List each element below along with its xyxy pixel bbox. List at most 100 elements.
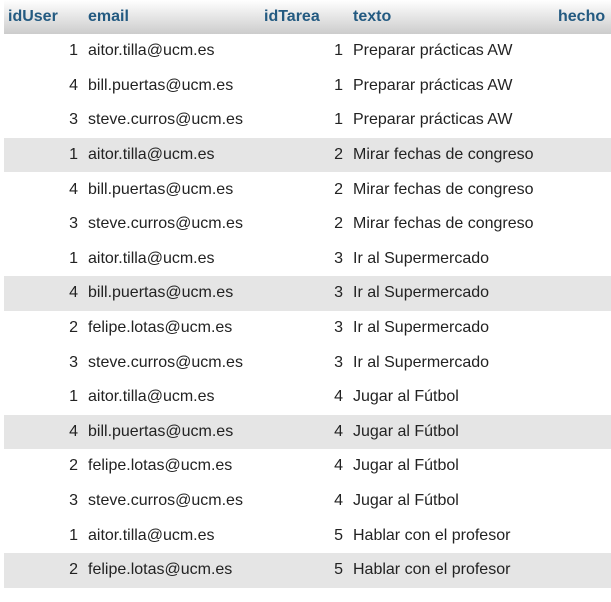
table-row[interactable]: 4bill.puertas@ucm.es3Ir al Supermercado1 <box>4 276 611 311</box>
cell-texto: Hablar con el profesor <box>345 552 543 588</box>
cell-iduser: 4 <box>4 68 80 104</box>
cell-idtarea: 1 <box>256 103 345 138</box>
cell-email: aitor.tilla@ucm.es <box>80 241 256 277</box>
cell-idtarea: 3 <box>256 345 345 380</box>
column-header-texto[interactable]: texto <box>345 0 543 34</box>
cell-idtarea: 2 <box>256 206 345 242</box>
table-row[interactable]: 4 bill.puertas@ucm.es 1 Preparar prácticas … <box>4 68 611 104</box>
cell-hecho: 1 <box>543 276 611 311</box>
cell-texto: Mirar fechas de congreso <box>345 137 543 173</box>
cell-iduser: 2 <box>4 552 80 588</box>
cell-texto: Preparar prácticas AW <box>345 68 543 104</box>
header-row: idUser email idTarea texto hecho <box>4 0 611 34</box>
cell-email: bill.puertas@ucm.es <box>80 276 256 311</box>
cell-iduser: 3 <box>4 103 80 138</box>
cell-texto: Ir al Supermercado <box>345 276 543 311</box>
cell-hecho: 0 <box>543 172 611 207</box>
cell-idtarea: 4 <box>256 449 345 484</box>
cell-email: steve.curros@ucm.es <box>80 483 256 519</box>
cell-email: bill.puertas@ucm.es <box>80 414 256 450</box>
table-row[interactable]: 4bill.puertas@ucm.es4Jugar al Fútbol0 <box>4 414 611 450</box>
cell-texto: Ir al Supermercado <box>345 241 543 277</box>
cell-iduser: 1 <box>4 34 80 69</box>
cell-email: bill.puertas@ucm.es <box>80 172 256 207</box>
cell-hecho: 0 <box>543 449 611 484</box>
cell-idtarea: 3 <box>256 241 345 277</box>
table-row[interactable]: 2felipe.lotas@ucm.es4Jugar al Fútbol0 <box>4 449 611 484</box>
cell-email: felipe.lotas@ucm.es <box>80 449 256 484</box>
table-row[interactable]: 1 aitor.tilla@ucm.es 5 Hablar con el profes… <box>4 518 611 553</box>
cell-texto: Jugar al Fútbol <box>345 449 543 484</box>
cell-email: aitor.tilla@ucm.es <box>80 518 256 553</box>
table-row[interactable]: 2 felipe.lotas@ucm.es 5 Hablar con el profe… <box>4 552 611 588</box>
cell-texto: Preparar prácticas AW <box>345 103 543 138</box>
cell-idtarea: 3 <box>256 276 345 311</box>
cell-iduser: 1 <box>4 241 80 277</box>
cell-texto: Hablar con el profesor <box>345 518 543 553</box>
results-grid: idUser email idTarea texto hecho 1 aitor.… <box>0 0 611 602</box>
cell-texto: Mirar fechas de congreso <box>345 206 543 242</box>
cell-email: felipe.lotas@ucm.es <box>80 310 256 346</box>
table-row[interactable]: 4 bill.puertas@ucm.es 2 Mirar fechas de con… <box>4 172 611 207</box>
cell-iduser: 2 <box>4 310 80 346</box>
cell-idtarea: 3 <box>256 310 345 346</box>
cell-idtarea: 4 <box>256 414 345 450</box>
cell-email: aitor.tilla@ucm.es <box>80 137 256 173</box>
cell-iduser: 4 <box>4 276 80 311</box>
column-header-hecho[interactable]: hecho <box>543 0 611 34</box>
cell-texto: Ir al Supermercado <box>345 345 543 380</box>
cell-hecho: 0 <box>543 552 611 588</box>
table-row[interactable]: 1aitor.tilla@ucm.es4Jugar al Fútbol0 <box>4 379 611 415</box>
cell-idtarea: 5 <box>256 552 345 588</box>
table-row[interactable]: 3 steve.curros@ucm.es 2 Mirar fechas de con… <box>4 206 611 242</box>
cell-iduser: 3 <box>4 206 80 242</box>
cell-hecho: 0 <box>543 414 611 450</box>
cell-idtarea: 5 <box>256 518 345 553</box>
results-table: idUser email idTarea texto hecho 1 aitor.… <box>4 0 611 588</box>
cell-hecho: 1 <box>543 345 611 380</box>
cell-texto: Jugar al Fútbol <box>345 483 543 519</box>
cell-idtarea: 1 <box>256 34 345 69</box>
cell-email: steve.curros@ucm.es <box>80 345 256 380</box>
cell-hecho: 1 <box>543 137 611 173</box>
cell-iduser: 1 <box>4 518 80 553</box>
cell-email: felipe.lotas@ucm.es <box>80 552 256 588</box>
table-row[interactable]: 1 aitor.tilla@ucm.es 1 Preparar prácticas A… <box>4 34 611 69</box>
cell-texto: Mirar fechas de congreso <box>345 172 543 207</box>
cell-hecho: 0 <box>543 518 611 553</box>
cell-email: steve.curros@ucm.es <box>80 103 256 138</box>
cell-texto: Jugar al Fútbol <box>345 379 543 415</box>
table-row[interactable]: 3 steve.curros@ucm.es 1 Preparar prácticas … <box>4 103 611 138</box>
cell-iduser: 3 <box>4 345 80 380</box>
column-header-iduser[interactable]: idUser <box>4 0 80 34</box>
cell-idtarea: 2 <box>256 137 345 173</box>
cell-hecho: 1 <box>543 68 611 104</box>
cell-email: aitor.tilla@ucm.es <box>80 34 256 69</box>
cell-hecho: 0 <box>543 206 611 242</box>
cell-iduser: 4 <box>4 172 80 207</box>
cell-hecho: 0 <box>543 34 611 69</box>
cell-hecho: 0 <box>543 379 611 415</box>
cell-idtarea: 2 <box>256 172 345 207</box>
cell-idtarea: 4 <box>256 483 345 519</box>
cell-texto: Ir al Supermercado <box>345 310 543 346</box>
table-body: 1 aitor.tilla@ucm.es 1 Preparar prácticas A… <box>4 34 611 588</box>
cell-email: steve.curros@ucm.es <box>80 206 256 242</box>
cell-email: bill.puertas@ucm.es <box>80 68 256 104</box>
table-row[interactable]: 1 aitor.tilla@ucm.es 2 Mirar fechas de cong… <box>4 137 611 173</box>
cell-hecho: 0 <box>543 310 611 346</box>
cell-hecho: 0 <box>543 241 611 277</box>
cell-iduser: 4 <box>4 414 80 450</box>
table-row[interactable]: 2felipe.lotas@ucm.es3Ir al Supermercado0 <box>4 310 611 346</box>
cell-idtarea: 1 <box>256 68 345 104</box>
column-header-email[interactable]: email <box>80 0 256 34</box>
cell-hecho: 0 <box>543 103 611 138</box>
cell-idtarea: 4 <box>256 379 345 415</box>
column-header-idtarea[interactable]: idTarea <box>256 0 345 34</box>
cell-iduser: 1 <box>4 137 80 173</box>
table-row[interactable]: 1aitor.tilla@ucm.es3Ir al Supermercado0 <box>4 241 611 277</box>
cell-texto: Jugar al Fútbol <box>345 414 543 450</box>
cell-iduser: 3 <box>4 483 80 519</box>
table-row[interactable]: 3steve.curros@ucm.es3Ir al Supermercado1 <box>4 345 611 380</box>
table-row[interactable]: 3steve.curros@ucm.es4Jugar al Fútbol0 <box>4 483 611 519</box>
